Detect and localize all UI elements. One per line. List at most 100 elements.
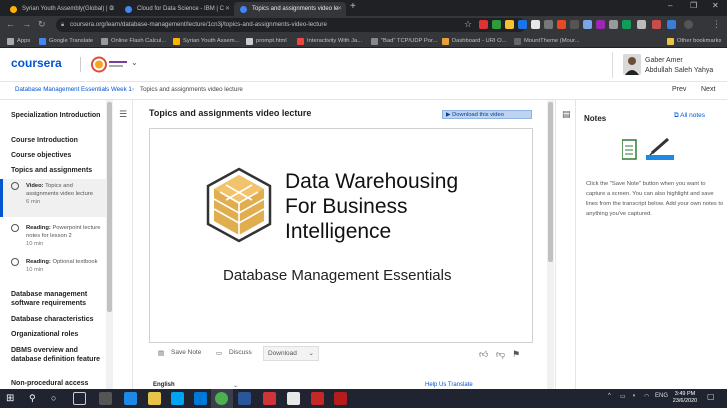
lesson-item[interactable]: Reading: Powerpoint lecture notes for le… xyxy=(26,224,102,248)
main-scrollbar[interactable] xyxy=(547,100,554,389)
flag-icon[interactable]: ⚑ xyxy=(512,349,520,360)
clock[interactable]: 3:49 PM 23/6/2020 xyxy=(670,391,700,405)
sidebar-scrollbar[interactable] xyxy=(106,100,113,389)
word-icon[interactable] xyxy=(238,392,251,405)
save-note-button[interactable]: Save Note xyxy=(171,349,201,356)
bookmark-item[interactable]: "Bad" TCP/UDP Por... xyxy=(371,36,437,46)
tray-arrow-icon[interactable]: ^ xyxy=(608,393,611,399)
scrollbar-thumb[interactable] xyxy=(107,102,112,312)
bookmark-other[interactable]: Other bookmarks xyxy=(667,36,721,46)
scrollbar-thumb[interactable] xyxy=(548,102,553,262)
app-icon[interactable] xyxy=(334,392,347,405)
reload-icon[interactable]: ↻ xyxy=(38,19,46,30)
settings-icon[interactable] xyxy=(99,392,112,405)
sidebar-item-dbms-requirements[interactable]: Database management software requirement… xyxy=(11,290,101,308)
sidebar-item-organizational-roles[interactable]: Organizational roles xyxy=(11,330,101,339)
chevron-down-icon[interactable]: ⌄ xyxy=(233,382,238,389)
browser-tab-1[interactable]: Syrian Youth Assembly(Global) | C ✕ xyxy=(4,2,119,16)
volume-icon[interactable]: ◖ xyxy=(632,393,636,399)
app-icon[interactable] xyxy=(287,392,300,405)
download-video-button[interactable]: ▶ Download this video xyxy=(442,110,532,119)
extension-icon[interactable] xyxy=(518,20,527,29)
close-icon[interactable]: ✕ xyxy=(337,2,342,16)
star-icon[interactable]: ☆ xyxy=(464,19,472,30)
bookmark-item[interactable]: Syrian Youth Assem... xyxy=(173,36,239,46)
thumbs-down-icon[interactable]: 👎︎ xyxy=(496,349,505,360)
discuss-button[interactable]: Discuss xyxy=(229,349,252,356)
sidebar-item-topics-assignments[interactable]: Topics and assignments xyxy=(11,166,101,175)
extension-icon[interactable] xyxy=(570,20,579,29)
extension-icon[interactable] xyxy=(609,20,618,29)
wifi-icon[interactable]: ◠ xyxy=(644,393,649,400)
download-dropdown[interactable]: Download ⌄ xyxy=(263,346,319,361)
all-notes-link[interactable]: ⧉ All notes xyxy=(674,112,705,120)
avatar[interactable] xyxy=(623,54,641,75)
chevron-down-icon[interactable]: ⌄ xyxy=(131,58,138,67)
sidebar-item-dbms-overview[interactable]: DBMS overview and database definition fe… xyxy=(11,346,101,364)
next-button[interactable]: Next xyxy=(701,86,715,93)
browser-tab-2[interactable]: Cloud for Data Science - IBM | C ✕ xyxy=(119,2,234,16)
bookmark-item[interactable]: MountTheme (Mour... xyxy=(514,36,579,46)
browser-tab-3[interactable]: Topics and assignments video le ✕ xyxy=(234,2,346,16)
extension-icon[interactable] xyxy=(544,20,553,29)
close-icon[interactable]: ✕ xyxy=(110,2,115,16)
app-icon[interactable] xyxy=(263,392,276,405)
vscode-icon[interactable] xyxy=(194,392,207,405)
sidebar-item-db-characteristics[interactable]: Database characteristics xyxy=(11,315,101,324)
extension-icon[interactable] xyxy=(667,20,676,29)
profile-icon[interactable] xyxy=(684,20,693,29)
breadcrumb-course[interactable]: Database Management Essentials xyxy=(15,86,109,93)
menu-icon[interactable]: ⋮ xyxy=(712,19,721,30)
discuss-icon[interactable]: ▭ xyxy=(216,349,222,357)
extension-icon[interactable] xyxy=(531,20,540,29)
search-icon[interactable]: ⚲ xyxy=(29,392,42,405)
extension-icon[interactable] xyxy=(505,20,514,29)
breadcrumb-week[interactable]: Week 1 xyxy=(111,86,132,93)
save-note-icon[interactable]: ▤ xyxy=(158,349,164,357)
sidebar-item-course-intro[interactable]: Course Introduction xyxy=(11,136,101,145)
transcript-language[interactable]: English xyxy=(153,382,175,388)
url-field[interactable]: 🔒︎ coursera.org/learn/database-managemen… xyxy=(56,18,526,32)
list-icon[interactable]: ☰ xyxy=(119,109,127,120)
network-icon[interactable]: ▭ xyxy=(620,393,626,400)
maximize-icon[interactable]: ❐ xyxy=(690,1,697,10)
bookmark-item[interactable]: Interactivity With Ja... xyxy=(297,36,362,46)
extension-icon[interactable] xyxy=(583,20,592,29)
video-player[interactable]: Data Warehousing For Business Intelligen… xyxy=(149,128,533,343)
task-view-icon[interactable] xyxy=(73,392,86,405)
notes-icon[interactable]: ▤ xyxy=(562,109,571,120)
edge-icon[interactable] xyxy=(124,392,137,405)
prev-button[interactable]: Prev xyxy=(672,86,686,93)
bookmark-apps[interactable]: Apps xyxy=(7,36,30,46)
back-icon[interactable]: ← xyxy=(6,19,15,29)
forward-icon[interactable]: → xyxy=(22,19,31,29)
app-icon[interactable] xyxy=(311,392,324,405)
bookmark-item[interactable]: Online Flash Calcul... xyxy=(101,36,166,46)
coursera-logo[interactable]: coursera xyxy=(11,56,62,70)
user-name[interactable]: Gaber Amer Abdullah Saleh Yahya xyxy=(645,56,713,76)
extension-icon[interactable] xyxy=(557,20,566,29)
new-tab-icon[interactable]: + xyxy=(350,1,356,12)
help-translate-link[interactable]: Help Us Translate xyxy=(425,382,473,388)
extension-icon[interactable] xyxy=(479,20,488,29)
thumbs-up-icon[interactable]: 👍︎ xyxy=(479,349,488,360)
store-icon[interactable] xyxy=(171,392,184,405)
language-indicator[interactable]: ENG xyxy=(655,393,668,399)
extension-icon[interactable] xyxy=(652,20,661,29)
sidebar-item-specialization-intro[interactable]: Specialization Introduction xyxy=(11,111,101,120)
close-icon[interactable]: ✕ xyxy=(225,2,230,16)
lesson-item[interactable]: Video: Topics and assignments video lect… xyxy=(26,182,102,206)
university-logo[interactable] xyxy=(91,56,129,73)
windows-start-icon[interactable]: ⊞ xyxy=(6,392,19,405)
bookmark-item[interactable]: Dashboard - URI O... xyxy=(442,36,506,46)
lesson-item[interactable]: Reading: Optional textbook 10 min xyxy=(26,258,102,274)
extension-icon[interactable] xyxy=(492,20,501,29)
sidebar-item-course-objectives[interactable]: Course objectives xyxy=(11,151,101,160)
cortana-icon[interactable]: ○ xyxy=(51,392,64,405)
sidebar-item-non-procedural[interactable]: Non-procedural access xyxy=(11,379,101,388)
extension-icon[interactable] xyxy=(596,20,605,29)
notifications-icon[interactable]: ▢ xyxy=(707,392,715,401)
file-explorer-icon[interactable] xyxy=(148,392,161,405)
window-close-icon[interactable]: ✕ xyxy=(712,1,719,10)
bookmark-item[interactable]: prompt.html xyxy=(246,36,287,46)
